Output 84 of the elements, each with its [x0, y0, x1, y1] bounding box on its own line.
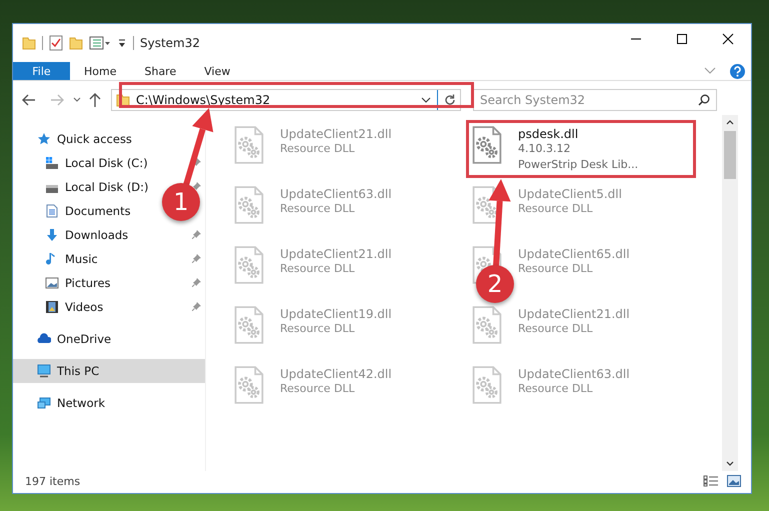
properties-icon[interactable] [49, 35, 63, 51]
picture-icon [45, 276, 59, 290]
file-detail: Resource DLL [280, 321, 356, 337]
ribbon-tab[interactable]: Share [130, 62, 190, 80]
star-icon [37, 132, 51, 146]
dropdown-caret-icon[interactable] [421, 97, 431, 103]
sidebar-item[interactable]: Network [37, 396, 106, 410]
sidebar-item[interactable]: This PC [37, 364, 100, 378]
gear-file-icon [470, 125, 504, 165]
file-name: UpdateClient63.dll [518, 367, 630, 381]
large-icons-view-icon[interactable] [727, 475, 741, 487]
file-detail: Resource DLL [518, 381, 594, 397]
address-path: C:\Windows\System32 [136, 93, 272, 107]
file-description: PowerStrip Desk Lib... [518, 157, 638, 173]
pin-icon[interactable] [192, 254, 201, 263]
sidebar-item[interactable]: OneDrive [37, 332, 112, 346]
file-detail: 4.10.3.12 [518, 141, 572, 157]
file-name: UpdateClient21.dll [280, 127, 392, 141]
sidebar-item[interactable]: Pictures [45, 276, 111, 290]
file-menu-button[interactable]: File [13, 62, 70, 80]
file-name: UpdateClient21.dll [518, 307, 630, 321]
pin-icon[interactable] [192, 230, 201, 239]
film-icon [45, 300, 59, 314]
gear-file-icon [232, 245, 266, 285]
cloud-icon [37, 332, 51, 346]
sidebar-item[interactable]: Downloads [45, 228, 128, 242]
file-name: psdesk.dll [518, 127, 580, 141]
sidebar-item[interactable]: Videos [45, 300, 104, 314]
window-title: System32 [140, 36, 200, 50]
pin-icon[interactable] [192, 182, 201, 191]
step-number-badge: 2 [476, 265, 514, 303]
scroll-down-icon[interactable] [726, 461, 734, 467]
file-detail: Resource DLL [280, 381, 356, 397]
details-view-icon[interactable] [703, 475, 719, 487]
gear-file-icon [232, 305, 266, 345]
pin-icon[interactable] [192, 302, 201, 311]
item-count: 197 items [25, 474, 80, 488]
document-icon [45, 204, 59, 218]
pin-icon[interactable] [192, 278, 201, 287]
file-detail: Resource DLL [280, 141, 356, 157]
scrollbar[interactable] [722, 115, 738, 471]
scroll-up-icon[interactable] [726, 119, 734, 125]
scroll-thumb[interactable] [724, 131, 736, 179]
sidebar-item[interactable]: Local Disk (D:) [45, 180, 149, 194]
file-detail: Resource DLL [518, 201, 594, 217]
file-detail: Resource DLL [518, 321, 594, 337]
gear-file-icon [232, 365, 266, 405]
ribbon-tab[interactable]: View [190, 62, 244, 80]
step-number-badge: 1 [162, 183, 200, 221]
file-name: UpdateClient19.dll [280, 307, 392, 321]
search-icon[interactable] [698, 94, 710, 106]
gear-file-icon [470, 365, 504, 405]
customize-caret-icon[interactable] [117, 38, 127, 48]
up-arrow-icon[interactable] [87, 92, 103, 108]
drive-icon [45, 156, 59, 170]
help-icon[interactable] [730, 64, 745, 78]
file-detail: Resource DLL [518, 261, 594, 277]
expand-ribbon-icon[interactable] [704, 67, 716, 75]
file-name: UpdateClient65.dll [518, 247, 630, 261]
network-icon [37, 396, 51, 410]
maximize-icon [676, 33, 688, 45]
address-bar[interactable]: C:\Windows\System32 [111, 89, 461, 111]
recent-caret-icon[interactable] [73, 97, 81, 103]
file-name: UpdateClient21.dll [280, 247, 392, 261]
ribbon-tab[interactable]: Home [70, 62, 130, 80]
file-detail: Resource DLL [280, 201, 356, 217]
search-field[interactable]: Search System32 [473, 89, 717, 111]
gear-file-icon [232, 125, 266, 165]
refresh-icon[interactable] [444, 94, 456, 106]
file-name: UpdateClient63.dll [280, 187, 392, 201]
monitor-icon [37, 364, 51, 378]
back-arrow-icon[interactable] [21, 92, 37, 108]
close-icon [722, 33, 734, 45]
download-arrow-icon [45, 228, 59, 242]
file-detail: Resource DLL [280, 261, 356, 277]
file-name: UpdateClient5.dll [518, 187, 622, 201]
file-name: UpdateClient42.dll [280, 367, 392, 381]
gear-file-icon [470, 305, 504, 345]
sidebar-item[interactable]: Local Disk (C:) [45, 156, 148, 170]
sidebar-item[interactable]: Music [45, 252, 98, 266]
list-view-icon[interactable] [89, 36, 111, 50]
sidebar-item[interactable]: Documents [45, 204, 131, 218]
sidebar-item[interactable]: Quick access [37, 132, 132, 146]
gear-file-icon [232, 185, 266, 225]
